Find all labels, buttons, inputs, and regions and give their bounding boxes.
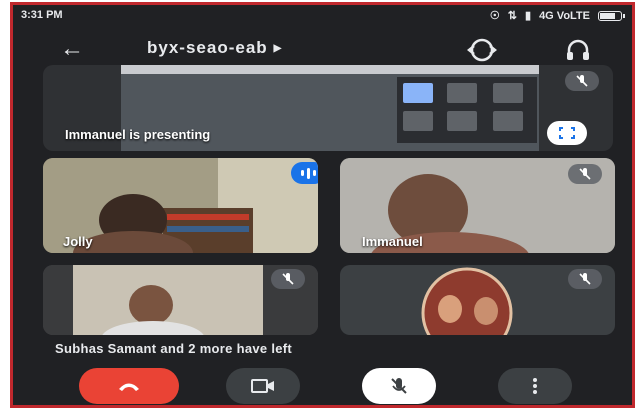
mini-tile xyxy=(403,111,433,131)
top-bar: ← byx-seao-eab ▶ xyxy=(13,31,632,67)
headphones-icon[interactable] xyxy=(565,37,591,63)
mini-tile xyxy=(447,83,477,103)
data-transfer-icon: ⇅ xyxy=(507,10,517,22)
presentation-tile[interactable]: Immanuel is presenting xyxy=(43,65,613,151)
meeting-code-text: byx-seao-eab xyxy=(147,38,268,57)
more-options-button[interactable] xyxy=(498,368,572,404)
participant-tile-jolly[interactable]: Jolly xyxy=(43,158,318,253)
network-label: 4G VoLTE xyxy=(539,9,590,22)
mini-tile xyxy=(493,83,523,103)
participant-tile-immanuel[interactable]: Immanuel xyxy=(340,158,615,253)
mic-off-icon xyxy=(565,71,599,91)
battery-fill xyxy=(600,12,616,19)
participant-tile[interactable] xyxy=(43,265,318,335)
mic-off-icon xyxy=(271,269,305,289)
status-time: 3:31 PM xyxy=(21,9,63,21)
phone-hangup-icon xyxy=(119,383,139,391)
participant-name: Jolly xyxy=(63,234,93,249)
app-frame: 3:31 PM ☉ ⇅ ▮ 4G VoLTE ← byx-seao-eab ▶ xyxy=(10,2,635,408)
battery-icon xyxy=(598,10,625,21)
mic-off-icon xyxy=(568,164,602,184)
signal-icon: ▮ xyxy=(525,10,532,22)
fullscreen-icon[interactable] xyxy=(547,121,587,145)
participant-name: Immanuel xyxy=(362,234,423,249)
mini-tile xyxy=(447,111,477,131)
video-camera-icon xyxy=(251,379,274,393)
mini-tile xyxy=(493,111,523,131)
mic-off-icon xyxy=(568,269,602,289)
microphone-toggle-button[interactable] xyxy=(362,368,436,404)
status-icons: ☉ ⇅ ▮ 4G VoLTE xyxy=(489,9,625,22)
shared-screen-titlebar xyxy=(121,65,539,74)
speaking-indicator-icon xyxy=(291,162,318,184)
presenting-label: Immanuel is presenting xyxy=(65,127,211,142)
status-bar: 3:31 PM ☉ ⇅ ▮ 4G VoLTE xyxy=(13,5,632,27)
end-call-button[interactable] xyxy=(79,368,179,404)
more-vertical-icon xyxy=(533,378,537,394)
switch-camera-icon[interactable] xyxy=(465,37,499,63)
meeting-code[interactable]: byx-seao-eab ▶ xyxy=(147,38,282,58)
participants-left-notice: Subhas Samant and 2 more have left xyxy=(55,341,293,356)
participant-tile[interactable] xyxy=(340,265,615,335)
headset-status-icon: ☉ xyxy=(489,10,500,22)
camera-toggle-button[interactable] xyxy=(226,368,300,404)
caret-right-icon: ▶ xyxy=(273,43,283,55)
mini-tile xyxy=(403,83,433,103)
back-arrow-icon[interactable]: ← xyxy=(57,35,87,63)
mic-off-icon xyxy=(391,378,407,394)
shared-screen-panel xyxy=(397,77,537,143)
